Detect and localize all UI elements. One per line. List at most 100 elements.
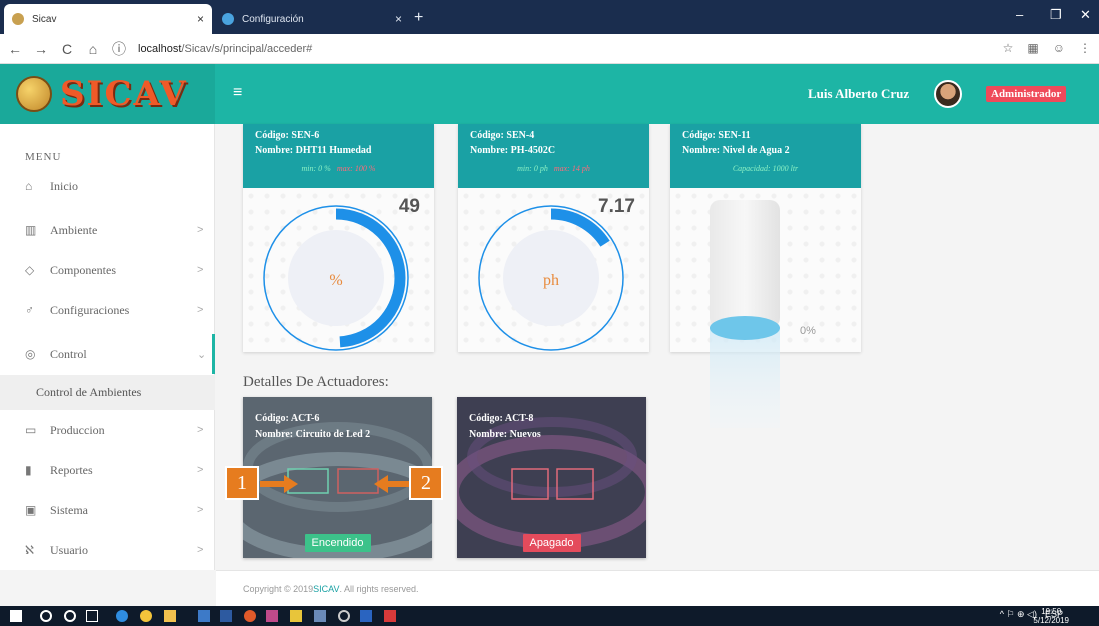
chevron-right-icon: > [197, 304, 204, 316]
footer-brand-link[interactable]: SICAV [313, 584, 339, 594]
annotation-marker-1: 1 [225, 466, 259, 500]
app-icon[interactable] [198, 610, 210, 622]
footer-prefix: Copyright © 2019 [243, 583, 314, 594]
reload-icon[interactable]: C [56, 41, 78, 57]
extension-icon[interactable]: ▦ [1027, 41, 1038, 55]
sidebar-item-produccion[interactable]: ▭ Produccion > [0, 410, 215, 450]
sensor-max: max: 14 ph [553, 164, 590, 173]
status-button-apagado[interactable]: Apagado [522, 534, 581, 552]
app-icon[interactable] [220, 610, 232, 622]
explorer-icon[interactable] [164, 610, 176, 622]
name-label: Nombre: [255, 145, 294, 156]
sicav-favicon-icon [12, 13, 24, 25]
sidebar-item-label: Usuario [50, 542, 88, 557]
home-icon: ⌂ [25, 178, 33, 193]
tray-icons[interactable]: ^ ⚐ ⊕ ◁) [1000, 609, 1037, 620]
water-level-surface [710, 316, 780, 340]
sensor-card-humedad: Código: SEN-6 Nombre: DHT11 Humedad min:… [243, 124, 434, 352]
browser-tab-configuracion[interactable]: Configuración × [214, 4, 410, 34]
search-icon[interactable] [40, 610, 52, 622]
actuator-code: ACT-8 [504, 413, 534, 424]
avatar[interactable] [934, 80, 962, 108]
sidebar-item-ambiente[interactable]: ▥ Ambiente > [0, 210, 215, 250]
sidebar-item-label: Configuraciones [50, 302, 130, 317]
app-icon[interactable] [266, 610, 278, 622]
name-label: Nombre: [470, 145, 509, 156]
app-icon[interactable] [290, 610, 302, 622]
profile-icon[interactable]: ☺ [1053, 41, 1065, 55]
sidebar-item-control[interactable]: ◎ Control ⌄ [0, 334, 215, 374]
status-button-encendido[interactable]: Encendido [304, 534, 371, 552]
url-field[interactable]: localhost/Sicav/s/principal/acceder# [138, 43, 312, 55]
sensor-body: 7.17 ph [458, 188, 649, 352]
app-icon[interactable] [360, 610, 372, 622]
logo-text: SICAV [60, 74, 188, 114]
app-icon[interactable] [384, 610, 396, 622]
new-tab-button[interactable]: + [414, 9, 423, 27]
chevron-right-icon: > [197, 504, 204, 516]
info-icon[interactable]: ⓘ [108, 39, 130, 59]
sidebar-item-usuario[interactable]: ℵ Usuario > [0, 530, 215, 570]
tab-close-icon[interactable]: × [395, 12, 402, 26]
bank-icon: ▥ [25, 222, 37, 237]
sidebar-item-reportes[interactable]: ▮ Reportes > [0, 450, 215, 490]
edge-icon[interactable] [116, 610, 128, 622]
actuator-card-act-8[interactable]: Código: ACT-8 Nombre: Nuevos Apagado [457, 397, 646, 558]
chevron-right-icon: > [197, 224, 204, 236]
tab-close-icon[interactable]: × [197, 12, 204, 26]
sidebar-item-sistema[interactable]: ▣ Sistema > [0, 490, 215, 530]
sidebar-item-componentes[interactable]: ◇ Componentes > [0, 250, 215, 290]
forward-icon[interactable]: → [30, 41, 52, 57]
logo[interactable]: SICAV [0, 64, 215, 124]
clock-date: 5/12/2019 [1033, 616, 1069, 625]
browser-tabbar: Sicav × Configuración × + – ❐ ✕ [0, 0, 1099, 34]
sensor-name: DHT11 Humedad [295, 145, 372, 156]
task-view-icon[interactable] [86, 610, 98, 622]
menu-toggle-icon[interactable]: ≡ [233, 84, 242, 102]
sidebar-item-configuraciones[interactable]: ♂ Configuraciones > [0, 290, 215, 330]
app-icon[interactable] [314, 610, 326, 622]
browser-actions: ☆ ▦ ☺ ⋮ [1003, 41, 1091, 55]
maximize-icon[interactable]: ❐ [1050, 7, 1062, 23]
gauge-unit: % [329, 272, 342, 289]
chevron-right-icon: > [197, 544, 204, 556]
clock-time: 19:50 [1041, 607, 1062, 616]
users-icon: ℵ [25, 542, 34, 557]
menu-title: MENU [25, 151, 62, 163]
chart-icon: ▮ [25, 462, 32, 477]
sensor-header: Código: SEN-11 Nombre: Nivel de Agua 2 C… [670, 124, 861, 188]
sidebar-item-inicio[interactable]: ⌂ Inicio [0, 166, 215, 206]
close-window-icon[interactable]: ✕ [1080, 7, 1091, 23]
name-label: Nombre: [469, 429, 508, 440]
home-icon[interactable]: ⌂ [82, 41, 104, 57]
browser-tab-sicav[interactable]: Sicav × [4, 4, 212, 34]
clock[interactable]: 19:50 5/12/2019 [1033, 607, 1069, 625]
more-menu-icon[interactable]: ⋮ [1079, 41, 1091, 55]
sensor-name: PH-4502C [510, 145, 556, 156]
code-label: Código: [469, 413, 503, 424]
sensor-capacity: Capacidad: 1000 ltr [732, 164, 799, 173]
windows-start-icon[interactable] [10, 610, 22, 622]
water-level-value: 0% [800, 325, 816, 337]
chrome-icon[interactable] [140, 610, 152, 622]
sensor-reading: 7.17 [598, 196, 635, 217]
app-icon[interactable] [244, 610, 256, 622]
sidebar-subitem-control-de-ambientes[interactable]: Control de Ambientes [0, 375, 215, 410]
sidebar-item-label: Control [50, 346, 87, 361]
cortana-icon[interactable] [64, 610, 76, 622]
gauge-unit: ph [543, 272, 559, 289]
sidebar-item-label: Reportes [50, 462, 93, 477]
sidebar-item-label: Produccion [50, 422, 105, 437]
windows-taskbar: ^ ⚐ ⊕ ◁) ESP 19:50 5/12/2019 [0, 606, 1099, 626]
minimize-icon[interactable]: – [1016, 7, 1023, 22]
bookmark-star-icon[interactable]: ☆ [1003, 41, 1014, 55]
user-name[interactable]: Luis Alberto Cruz [808, 86, 909, 102]
back-icon[interactable]: ← [4, 41, 26, 57]
sensor-max: max: 100 % [336, 164, 376, 173]
system-icon: ▣ [25, 502, 37, 517]
settings-icon[interactable] [338, 610, 350, 622]
sensor-card-ph: Código: SEN-4 Nombre: PH-4502C min: 0 ph… [458, 124, 649, 352]
name-label: Nombre: [682, 145, 721, 156]
control-icon: ◎ [25, 346, 36, 361]
arrow-left-icon [374, 475, 412, 493]
